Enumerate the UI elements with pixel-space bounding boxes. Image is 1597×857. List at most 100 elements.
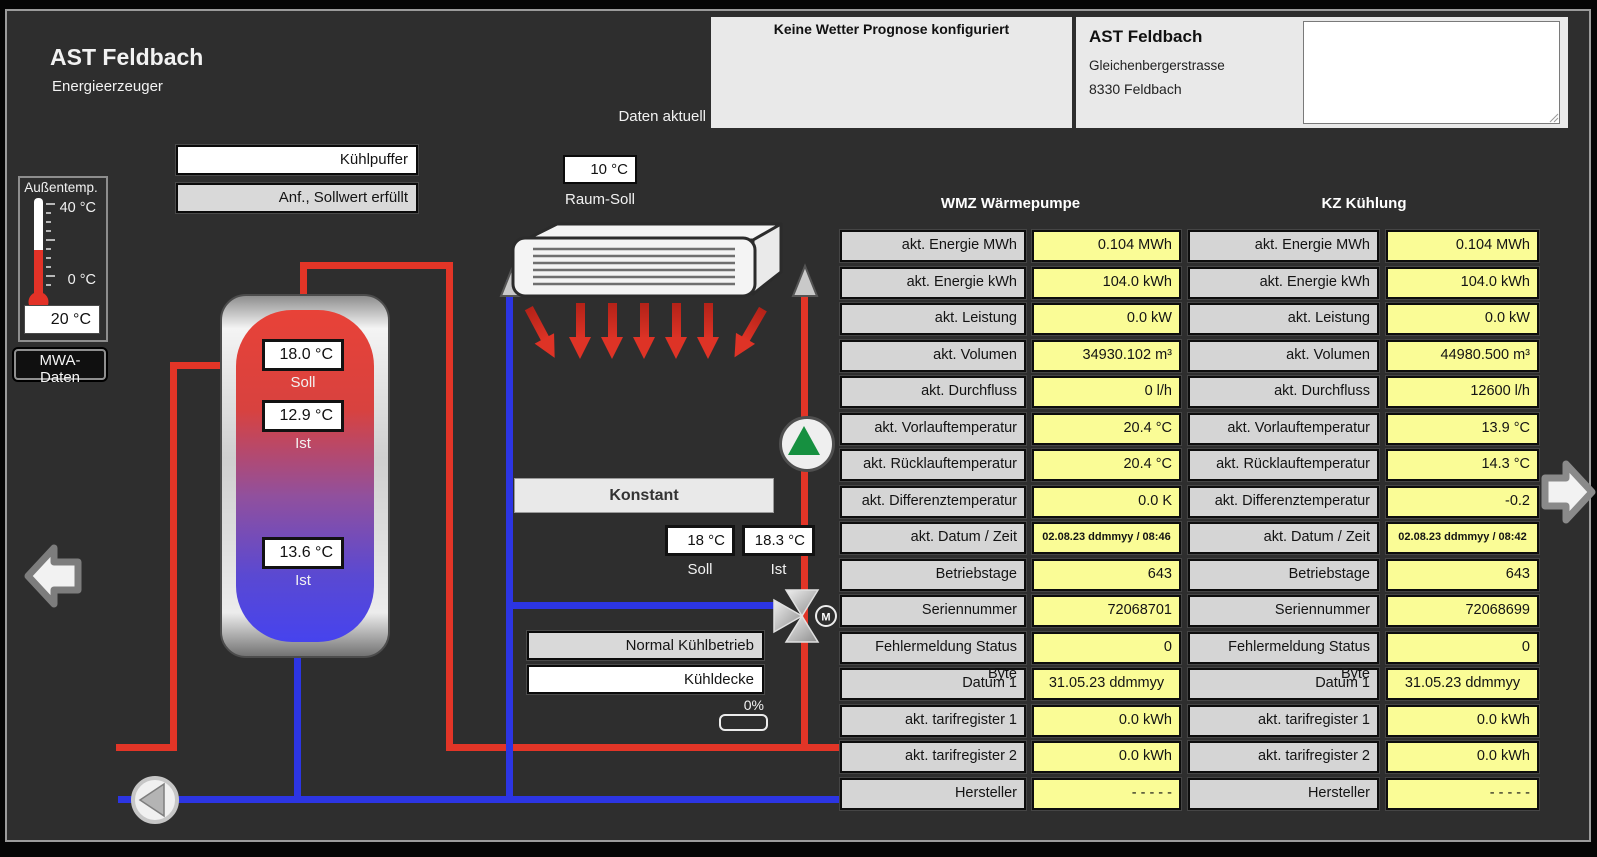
pipe-connector-right-icon	[789, 262, 821, 298]
meter-label-cell: akt. Volumen	[1188, 340, 1379, 372]
meter-label-cell: akt. Energie MWh	[1188, 230, 1379, 262]
meter-value-cell: 104.0 kWh	[1386, 267, 1539, 299]
valve-position-percent: 0%	[700, 697, 764, 713]
meter-value-cell: 643	[1032, 559, 1181, 591]
table-title-kz: KZ Kühlung	[1188, 195, 1540, 212]
page-title: AST Feldbach	[50, 44, 203, 71]
meter-label-cell: akt. Datum / Zeit	[1188, 522, 1379, 554]
return-pump-icon	[129, 774, 181, 826]
data-status-label: Daten aktuell	[560, 108, 706, 125]
cold-air-arrow-icon	[697, 303, 719, 361]
meter-label-cell: akt. Durchfluss	[1188, 376, 1379, 408]
cold-air-arrow-icon	[569, 303, 591, 361]
meter-label-cell: akt. tarifregister 1	[1188, 705, 1379, 737]
tank-temp-top-label: Soll	[262, 374, 344, 391]
meter-label-cell: akt. tarifregister 2	[1188, 741, 1379, 773]
meter-label-cell: Seriennummer	[1188, 595, 1379, 627]
valve-position-bar	[719, 714, 768, 731]
ceiling-cooling-unit-icon	[505, 218, 790, 310]
circuit-ist-value: 18.3 °C	[742, 525, 815, 556]
textarea-resize-grip-icon[interactable]	[1548, 112, 1559, 123]
pipe-cold-main	[118, 796, 843, 803]
meter-label-cell: akt. tarifregister 2	[840, 741, 1026, 773]
meter-value-cell: 0.0 kWh	[1386, 705, 1539, 737]
meter-label-cell: Betriebstage	[840, 559, 1026, 591]
meter-value-cell: - - - - -	[1386, 778, 1539, 810]
operating-mode-field: Normal Kühlbetrieb	[527, 631, 764, 660]
outdoor-temp-value: 20 °C	[24, 305, 100, 334]
meter-label-cell: Fehlermeldung Status Byte	[1188, 632, 1379, 664]
meter-value-cell: 14.3 °C	[1386, 449, 1539, 481]
circuit-name-field: Kühldecke	[527, 665, 764, 694]
mixing-valve-icon: M	[765, 584, 843, 650]
meter-value-cell: 13.9 °C	[1386, 413, 1539, 445]
outdoor-temp-label: Außentemp.	[20, 180, 102, 195]
circulation-pump-icon	[779, 416, 835, 472]
wmz-value-column: 0.104 MWh 104.0 kWh 0.0 kW 34930.102 m³ …	[1032, 230, 1181, 814]
meter-label-cell: Datum 1	[1188, 668, 1379, 700]
outdoor-scale-max: 40 °C	[50, 200, 96, 216]
meter-value-cell: 20.4 °C	[1032, 449, 1181, 481]
mwa-daten-button[interactable]: MWA-Daten	[14, 349, 106, 380]
meter-value-cell: 0.0 kWh	[1032, 741, 1181, 773]
meter-value-cell: 02.08.23 ddmmyy / 08:42	[1386, 522, 1539, 554]
pipe-cold-valve-feed	[506, 602, 780, 609]
meter-value-cell: - - - - -	[1032, 778, 1181, 810]
meter-value-cell: 20.4 °C	[1032, 413, 1181, 445]
notes-textarea[interactable]	[1303, 21, 1560, 124]
meter-label-cell: akt. Vorlauftemperatur	[1188, 413, 1379, 445]
meter-label-cell: Hersteller	[1188, 778, 1379, 810]
tank-temp-mid-label: Ist	[262, 435, 344, 452]
page-subtitle: Energieerzeuger	[52, 78, 163, 95]
circuit-soll-label: Soll	[665, 561, 735, 578]
meter-label-cell: Betriebstage	[1188, 559, 1379, 591]
meter-value-cell: 0.0 kWh	[1032, 705, 1181, 737]
pipe-hot-mid-vertical	[446, 262, 453, 751]
weather-notice-text: Keine Wetter Prognose konfiguriert	[711, 17, 1072, 37]
meter-label-cell: akt. Leistung	[840, 303, 1026, 335]
meter-value-cell: 0.0 kWh	[1386, 741, 1539, 773]
meter-label-cell: akt. Energie kWh	[840, 267, 1026, 299]
meter-value-cell: 0	[1032, 632, 1181, 664]
meter-value-cell: 02.08.23 ddmmyy / 08:46	[1032, 522, 1181, 554]
meter-label-cell: akt. Rücklauftemperatur	[1188, 449, 1379, 481]
tank-temp-top-value: 18.0 °C	[262, 339, 344, 371]
site-street: Gleichenbergerstrasse	[1089, 58, 1225, 73]
outdoor-scale-min: 0 °C	[50, 272, 96, 288]
control-mode-field: Konstant	[514, 478, 774, 513]
weather-forecast-box: Keine Wetter Prognose konfiguriert	[711, 17, 1072, 128]
nav-back-arrow[interactable]	[20, 536, 86, 618]
circuit-soll-value: 18 °C	[665, 525, 735, 556]
meter-label-cell: akt. Rücklauftemperatur	[840, 449, 1026, 481]
buffer-status-field: Anf., Sollwert erfüllt	[176, 183, 418, 213]
pipe-cold-riser	[506, 280, 513, 803]
meter-value-cell: 0.104 MWh	[1032, 230, 1181, 262]
kz-value-column: 0.104 MWh 104.0 kWh 0.0 kW 44980.500 m³ …	[1386, 230, 1539, 814]
meter-value-cell: 0.0 kW	[1032, 303, 1181, 335]
scada-screen: AST Feldbach Energieerzeuger Daten aktue…	[0, 0, 1597, 857]
wmz-label-column: akt. Energie MWh akt. Energie kWh akt. L…	[840, 230, 1026, 814]
meter-value-cell: 0.104 MWh	[1386, 230, 1539, 262]
pipe-hot-left-vertical	[170, 362, 177, 751]
meter-value-cell: 31.05.23 ddmmyy	[1386, 668, 1539, 700]
meter-value-cell: 31.05.23 ddmmyy	[1032, 668, 1181, 700]
cold-air-arrow-icon	[601, 303, 623, 361]
meter-value-cell: 643	[1386, 559, 1539, 591]
kz-label-column: akt. Energie MWh akt. Energie kWh akt. L…	[1188, 230, 1379, 814]
nav-forward-arrow[interactable]	[1541, 452, 1597, 534]
meter-label-cell: akt. Differenztemperatur	[840, 486, 1026, 518]
cold-air-arrow-icon	[633, 303, 655, 361]
meter-label-cell: akt. Volumen	[840, 340, 1026, 372]
meter-value-cell: 12600 l/h	[1386, 376, 1539, 408]
meter-label-cell: akt. tarifregister 1	[840, 705, 1026, 737]
meter-label-cell: akt. Energie MWh	[840, 230, 1026, 262]
pipe-hot-top-horizontal	[300, 262, 453, 269]
meter-value-cell: 72068699	[1386, 595, 1539, 627]
table-title-wmz: WMZ Wärmepumpe	[840, 195, 1181, 212]
buffer-title-field: Kühlpuffer	[176, 145, 418, 175]
cold-air-arrow-icon	[665, 303, 687, 361]
meter-value-cell: 72068701	[1032, 595, 1181, 627]
meter-label-cell: Fehlermeldung Status Byte	[840, 632, 1026, 664]
site-name: AST Feldbach	[1089, 27, 1202, 47]
site-city: 8330 Feldbach	[1089, 81, 1182, 97]
